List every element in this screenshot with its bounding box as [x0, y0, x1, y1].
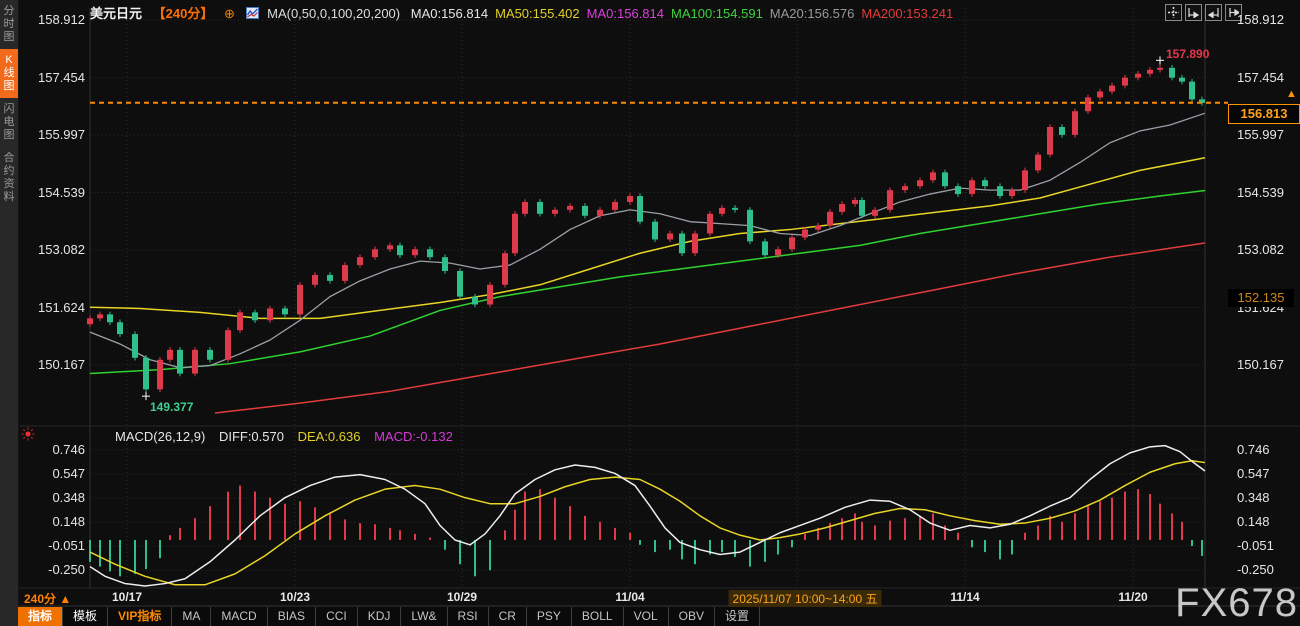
toolbar-button-LW&[interactable]: LW&: [401, 607, 447, 626]
axis-label: 155.997: [1237, 127, 1284, 142]
date-tick-label: 11/14: [950, 590, 979, 604]
ma-value: MA200:153.241: [861, 6, 953, 21]
axis-label: 150.167: [18, 357, 85, 372]
sidebar-tab-合约资料[interactable]: 合约资料: [0, 147, 18, 209]
symbol-name: 美元日元: [90, 6, 142, 21]
crosshair-icon[interactable]: [1165, 4, 1182, 21]
axis-label: 157.454: [18, 70, 85, 85]
axis-label: 158.912: [18, 12, 85, 27]
toolbar-button-VOL[interactable]: VOL: [624, 607, 669, 626]
toolbar-button-BOLL[interactable]: BOLL: [572, 607, 624, 626]
toolbar-button-CCI[interactable]: CCI: [316, 607, 358, 626]
left-price-axis: 158.912 157.454 155.997 154.539 153.082 151.6…: [18, 0, 85, 626]
candlestick-chart-canvas[interactable]: [0, 0, 1300, 626]
chart-style-icon: [246, 6, 263, 21]
macd-header: MACD(26,12,9) DIFF:0.570 DEA:0.636 MACD:…: [115, 429, 463, 444]
ma-value: MA100:154.591: [671, 6, 763, 21]
axis-label: -0.051: [18, 538, 85, 553]
chart-type-sidebar: 分时图K线图闪电图合约资料: [0, 0, 19, 626]
price-up-arrow-icon: ▲: [1286, 88, 1297, 100]
axis-label: 0.348: [18, 490, 85, 505]
axis-label: 154.539: [1237, 185, 1284, 200]
sidebar-tab-闪电图[interactable]: 闪电图: [0, 98, 18, 147]
date-tick-label: 10/29: [447, 590, 477, 604]
sidebar-tab-K线图[interactable]: K线图: [0, 49, 18, 98]
indicator-toolbar: 指标模板VIP指标MAMACDBIASCCIKDJLW&RSICRPSYBOLL…: [18, 607, 760, 626]
axis-label: 153.082: [18, 242, 85, 257]
compress-left-icon[interactable]: [1185, 4, 1202, 21]
ma-value: MA0:156.814: [411, 6, 488, 21]
axis-label: 0.746: [18, 442, 85, 457]
sidebar-tab-分时图[interactable]: 分时图: [0, 0, 18, 49]
price-level-tag: 152.135: [1228, 289, 1294, 307]
axis-label: -0.250: [1237, 562, 1274, 577]
axis-label: 150.167: [1237, 357, 1284, 372]
ma-values: MA0:156.814 MA50:155.402 MA0:156.814 MA100:…: [411, 6, 960, 21]
toolbar-button-BIAS[interactable]: BIAS: [268, 607, 316, 626]
period-tag: 【240分】: [153, 6, 214, 21]
axis-label: 0.746: [1237, 442, 1270, 457]
current-price-tag: 156.813: [1228, 104, 1300, 124]
axis-label: 158.912: [1237, 12, 1284, 27]
chart-toolbar-icons: [1165, 4, 1242, 21]
toolbar-button-MA[interactable]: MA: [172, 607, 211, 626]
toolbar-button-指标[interactable]: 指标: [18, 607, 63, 626]
macd-macd-value: MACD:-0.132: [374, 429, 453, 444]
date-tick-label: 10/17: [112, 590, 142, 604]
toolbar-button-VIP指标[interactable]: VIP指标: [108, 607, 172, 626]
axis-label: 151.624: [18, 300, 85, 315]
compress-right-icon[interactable]: [1205, 4, 1222, 21]
date-tick-label: 10/23: [280, 590, 310, 604]
axis-label: 0.148: [18, 514, 85, 529]
axis-label: 0.348: [1237, 490, 1270, 505]
axis-label: 154.539: [18, 185, 85, 200]
watermark: FX678: [1175, 581, 1298, 626]
toolbar-button-MACD[interactable]: MACD: [211, 607, 267, 626]
toolbar-button-PSY[interactable]: PSY: [527, 607, 572, 626]
toolbar-button-设置[interactable]: 设置: [715, 607, 760, 626]
circle-plus-icon[interactable]: ⊕: [224, 6, 235, 21]
axis-label: -0.051: [1237, 538, 1274, 553]
hovered-bar-time-label: 2025/11/07 10:00~14:00 五: [729, 590, 882, 607]
macd-title: MACD(26,12,9): [115, 429, 205, 444]
axis-label: 0.547: [1237, 466, 1270, 481]
ma-value: MA50:155.402: [495, 6, 580, 21]
ma-value: MA20:156.576: [770, 6, 855, 21]
period-selector[interactable]: 240分 ▲: [24, 590, 71, 607]
macd-diff-value: DIFF:0.570: [219, 429, 284, 444]
date-tick-label: 11/20: [1118, 590, 1147, 604]
axis-label: 0.148: [1237, 514, 1270, 529]
chart-header: 美元日元 【240分】 ⊕ MA(0,50,0,100,20,200) MA0:…: [90, 3, 967, 19]
ma-params: MA(0,50,0,100,20,200): [267, 6, 400, 21]
axis-label: -0.250: [18, 562, 85, 577]
low-price-label: 149.377: [150, 400, 193, 414]
toolbar-button-模板[interactable]: 模板: [63, 607, 108, 626]
axis-label: 155.997: [18, 127, 85, 142]
axis-label: 0.547: [18, 466, 85, 481]
toolbar-button-OBV[interactable]: OBV: [669, 607, 715, 626]
time-axis: 240分 ▲ 2025/11/07 10:00~14:00 五 10/17 10/…: [0, 590, 1300, 606]
high-price-label: 157.890: [1166, 47, 1209, 61]
macd-dea-value: DEA:0.636: [298, 429, 361, 444]
toolbar-button-RSI[interactable]: RSI: [448, 607, 489, 626]
toolbar-button-CR[interactable]: CR: [489, 607, 527, 626]
ma-value: MA0:156.814: [587, 6, 664, 21]
date-tick-label: 11/04: [615, 590, 644, 604]
toolbar-button-KDJ[interactable]: KDJ: [358, 607, 402, 626]
axis-label: 153.082: [1237, 242, 1284, 257]
axis-label: 157.454: [1237, 70, 1284, 85]
